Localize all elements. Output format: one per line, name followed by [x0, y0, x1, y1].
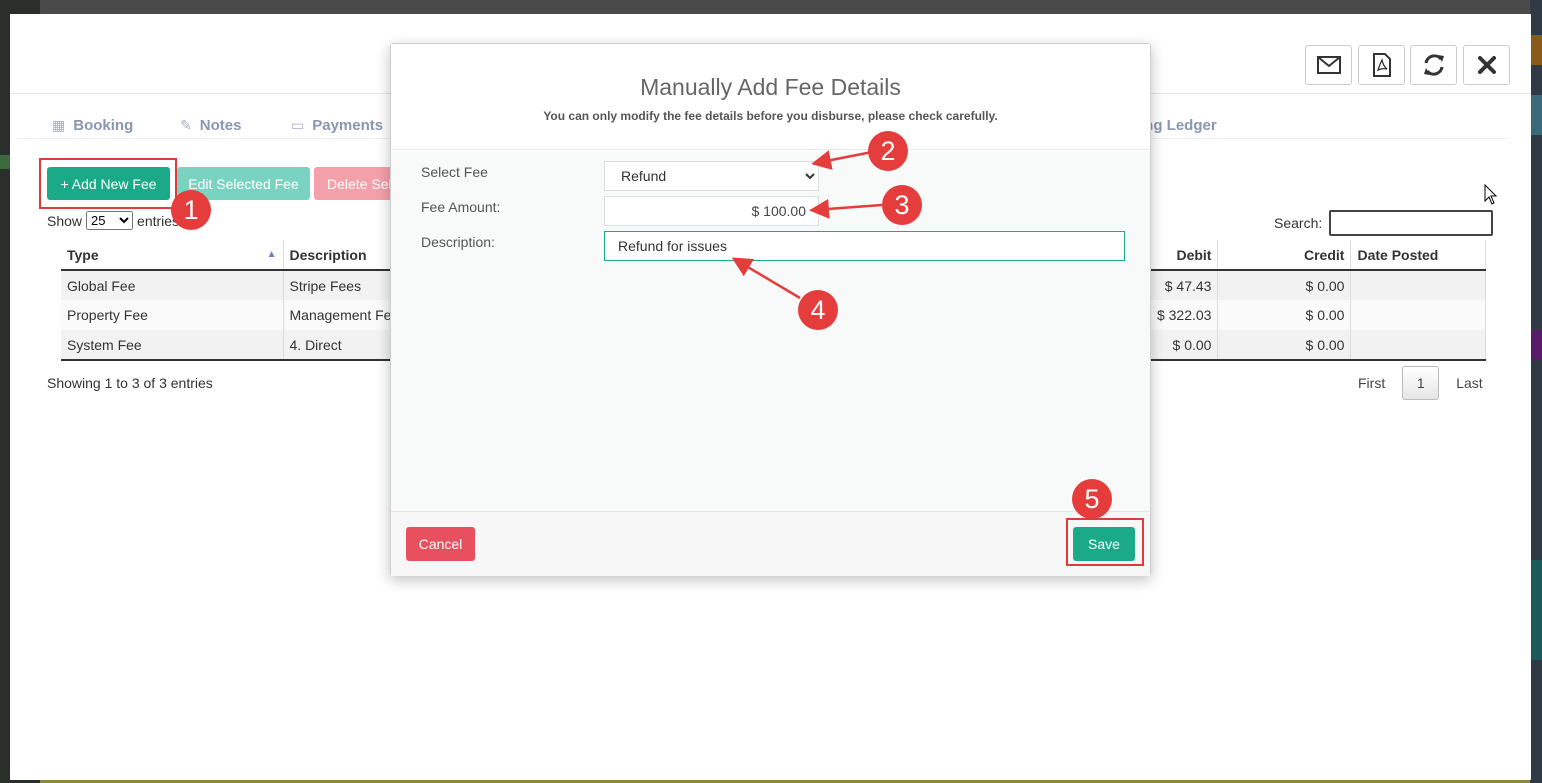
annotation-badge-4: 4 — [798, 290, 838, 330]
modal-subtitle: You can only modify the fee details befo… — [543, 109, 998, 123]
cell-date-posted — [1350, 270, 1487, 300]
pager-page-1[interactable]: 1 — [1402, 366, 1440, 400]
pagination: First 1 Last — [1358, 366, 1483, 400]
tab-ledger[interactable]: ing Ledger — [1140, 117, 1217, 134]
column-header-credit[interactable]: Credit — [1217, 240, 1352, 271]
modal-body: Select Fee Refund Fee Amount: Descriptio… — [391, 151, 1150, 511]
cell-credit: $ 0.00 — [1217, 270, 1352, 300]
pdf-icon — [1372, 53, 1391, 77]
table-search: Search: — [1274, 210, 1494, 236]
column-header-debit[interactable]: Debit — [1147, 240, 1219, 271]
description-input[interactable] — [604, 231, 1125, 261]
annotation-badge-5: 5 — [1072, 479, 1112, 519]
page-length-control: Show 25 entries — [47, 211, 179, 230]
cell-credit: $ 0.00 — [1217, 330, 1352, 361]
background-app-right-edge — [1530, 0, 1542, 783]
background-app-header — [40, 0, 1530, 14]
fee-amount-input[interactable] — [604, 196, 819, 226]
highlight-add-new-fee — [39, 158, 177, 209]
column-header-type[interactable]: Type ▲ — [61, 240, 284, 271]
cell-type: Global Fee — [61, 270, 284, 300]
cancel-button[interactable]: Cancel — [406, 527, 475, 561]
calendar-icon: ▦ — [52, 117, 66, 133]
refresh-icon — [1423, 54, 1444, 76]
credit-card-icon: ▭ — [291, 117, 305, 133]
fee-amount-label: Fee Amount: — [421, 199, 501, 215]
modal-footer: Cancel Save — [391, 511, 1150, 576]
email-button[interactable] — [1305, 45, 1352, 85]
envelope-icon — [1316, 56, 1341, 74]
pager-first[interactable]: First — [1358, 375, 1385, 391]
tab-payments[interactable]: ▭ Payments — [291, 117, 383, 134]
pager-last[interactable]: Last — [1456, 375, 1482, 391]
refresh-button[interactable] — [1410, 45, 1457, 85]
add-fee-modal: Manually Add Fee Details You can only mo… — [390, 43, 1151, 576]
search-input[interactable] — [1329, 210, 1494, 236]
column-header-description[interactable]: Description — [283, 240, 398, 271]
page-length-select[interactable]: 25 — [86, 211, 134, 230]
cell-credit: $ 0.00 — [1217, 300, 1352, 330]
cell-date-posted — [1350, 300, 1487, 330]
close-icon — [1477, 56, 1496, 74]
modal-header: Manually Add Fee Details You can only mo… — [391, 44, 1150, 150]
cell-debit: $ 322.03 — [1147, 300, 1219, 330]
description-label: Description: — [421, 234, 495, 250]
cell-type: Property Fee — [61, 300, 284, 330]
cell-description: Stripe Fees — [283, 270, 399, 300]
select-fee-label: Select Fee — [421, 164, 488, 180]
close-button[interactable] — [1463, 45, 1510, 85]
annotation-badge-3: 3 — [882, 185, 922, 225]
pdf-button[interactable] — [1358, 45, 1405, 85]
cell-debit: $ 0.00 — [1147, 330, 1219, 361]
cell-type: System Fee — [61, 330, 284, 361]
cell-description: 4. Direct — [283, 330, 399, 361]
select-fee-dropdown[interactable]: Refund — [604, 161, 819, 191]
tab-notes[interactable]: ✎ Notes — [180, 117, 241, 134]
annotation-badge-1: 1 — [171, 190, 211, 230]
tab-booking[interactable]: ▦ Booking — [52, 117, 133, 134]
annotation-badge-2: 2 — [868, 131, 908, 171]
table-info: Showing 1 to 3 of 3 entries — [47, 375, 213, 391]
cell-date-posted — [1350, 330, 1487, 361]
mouse-cursor-icon — [1484, 184, 1498, 205]
cell-description: Management Fe — [283, 300, 399, 330]
modal-title: Manually Add Fee Details — [640, 74, 901, 100]
highlight-save — [1066, 518, 1144, 566]
cell-debit: $ 47.43 — [1147, 270, 1219, 300]
sort-asc-icon: ▲ — [266, 248, 277, 260]
edit-icon: ✎ — [180, 117, 192, 133]
column-header-date-posted[interactable]: Date Posted — [1350, 240, 1487, 271]
